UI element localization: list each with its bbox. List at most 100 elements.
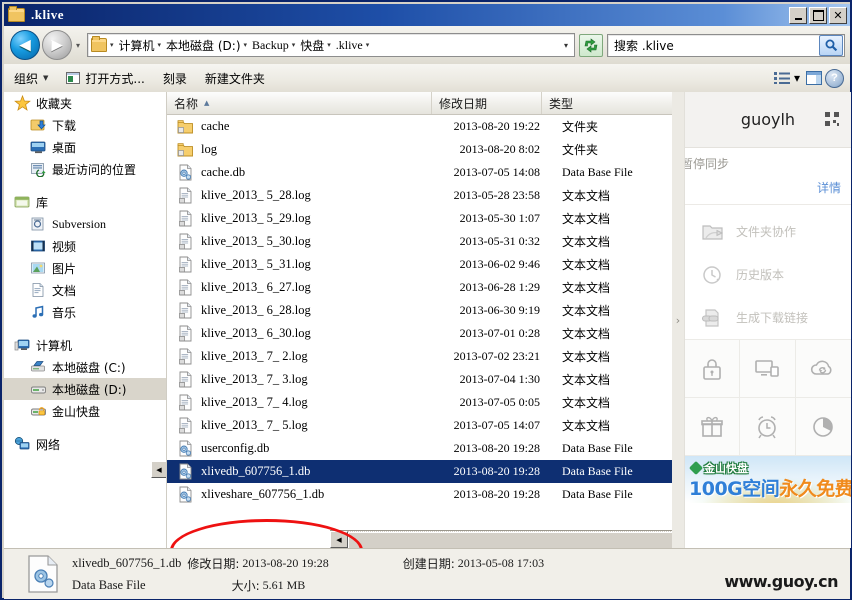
- kuaipan-logo-icon: [688, 460, 704, 476]
- breadcrumb-item-0[interactable]: 计算机: [117, 37, 157, 54]
- table-row[interactable]: klive_2013_ 7_ 3.log 2013-07-04 1:30 文本文档: [167, 368, 672, 391]
- details-filetype: Data Base File: [72, 577, 146, 592]
- kuaipan-promo-banner[interactable]: 金山快盘 100G空间永久免费: [685, 456, 851, 503]
- scrollbar-thumb[interactable]: [348, 532, 672, 548]
- minimize-button[interactable]: [789, 7, 807, 24]
- navigation-pane[interactable]: 收藏夹 下载 桌面 最近访问的位置 库 Subversion 视频 图片 文档 …: [4, 92, 167, 548]
- table-row[interactable]: klive_2013_ 6_27.log 2013-06-28 1:29 文本文档: [167, 276, 672, 299]
- alarm-tool[interactable]: [740, 398, 796, 456]
- file-type-cell: 文件夹: [562, 120, 599, 134]
- change-view-button[interactable]: ▾: [771, 69, 803, 87]
- table-row[interactable]: klive_2013_ 5_28.log 2013-05-28 23:58 文本文档: [167, 184, 672, 207]
- devices-tool[interactable]: [740, 340, 796, 398]
- quota-tool[interactable]: [795, 398, 851, 456]
- sidebar-item-documents[interactable]: 文档: [4, 279, 166, 301]
- column-header-date[interactable]: 修改日期: [432, 92, 542, 114]
- sidebar-group-libraries[interactable]: 库: [4, 191, 166, 213]
- table-row[interactable]: klive_2013_ 5_31.log 2013-06-02 9:46 文本文档: [167, 253, 672, 276]
- address-bar[interactable]: ▾ 计算机 ▾ 本地磁盘 (D:) ▾ Backup ▾ 快盘 ▾ .klive…: [87, 33, 575, 57]
- qr-code-icon[interactable]: [825, 112, 839, 126]
- table-row[interactable]: xliveshare_607756_1.db 2013-08-20 19:28 Da…: [167, 483, 672, 506]
- file-type-cell: Data Base File: [562, 165, 633, 179]
- organize-menu[interactable]: 组织 ▼: [6, 68, 56, 89]
- sidebar-group-network[interactable]: 网络: [4, 433, 166, 455]
- textfile-icon: [177, 302, 194, 319]
- breadcrumb-separator[interactable]: ▾: [243, 41, 251, 49]
- breadcrumb-item-2[interactable]: Backup: [250, 38, 291, 53]
- search-box[interactable]: 搜索 .klive: [607, 33, 845, 57]
- sidebar-item-recent-places[interactable]: 最近访问的位置: [4, 158, 166, 180]
- sidebar-group-computer[interactable]: 计算机: [4, 334, 166, 356]
- forward-button[interactable]: ▶: [42, 30, 72, 60]
- search-input[interactable]: 搜索 .klive: [608, 37, 819, 54]
- sidebar-item-local-disk-d[interactable]: 本地磁盘 (D:): [4, 378, 166, 400]
- breadcrumb-separator[interactable]: ▾: [291, 41, 299, 49]
- scrollbar-track[interactable]: [348, 531, 672, 548]
- table-row[interactable]: klive_2013_ 7_ 4.log 2013-07-05 0:05 文本文档: [167, 391, 672, 414]
- burn-button[interactable]: 刻录: [155, 68, 195, 89]
- file-rows: cache 2013-08-20 19:22 文件夹 log 2013-08-20 8:…: [167, 115, 672, 506]
- help-button[interactable]: ?: [825, 68, 844, 88]
- table-row[interactable]: cache.db 2013-07-05 14:08 Data Base File: [167, 161, 672, 184]
- address-dropdown-icon[interactable]: ▾: [558, 41, 574, 50]
- sidebar-item-pictures[interactable]: 图片: [4, 257, 166, 279]
- table-row[interactable]: userconfig.db 2013-08-20 19:28 Data Base F…: [167, 437, 672, 460]
- sidebar-item-downloads[interactable]: 下载: [4, 114, 166, 136]
- detail-link[interactable]: 详情: [817, 179, 841, 196]
- scroll-left-button[interactable]: ◀: [330, 531, 348, 548]
- table-row[interactable]: cache 2013-08-20 19:22 文件夹: [167, 115, 672, 138]
- history-version-action[interactable]: 历史版本: [685, 253, 851, 296]
- sidebar-scroll-left-button[interactable]: ◀: [151, 461, 166, 478]
- breadcrumb-separator[interactable]: ▾: [109, 41, 117, 49]
- sidebar-item-kuaipan[interactable]: 金山快盘: [4, 400, 166, 422]
- download-link-action[interactable]: 生成下载链接: [685, 296, 851, 339]
- open-with-button[interactable]: 打开方式...: [58, 68, 152, 89]
- breadcrumb-item-4[interactable]: .klive: [334, 38, 365, 53]
- cloud-sync-tool[interactable]: [795, 340, 851, 398]
- history-dropdown-button[interactable]: ▾: [72, 31, 84, 59]
- table-row[interactable]: klive_2013_ 5_30.log 2013-05-31 0:32 文本文档: [167, 230, 672, 253]
- table-row[interactable]: klive_2013_ 6_30.log 2013-07-01 0:28 文本文档: [167, 322, 672, 345]
- search-button[interactable]: [819, 34, 843, 56]
- table-row[interactable]: xlivedb_607756_1.db 2013-08-20 19:28 Data …: [167, 460, 672, 483]
- sidebar-item-videos[interactable]: 视频: [4, 235, 166, 257]
- sidebar-item-desktop[interactable]: 桌面: [4, 136, 166, 158]
- file-date-cell: 2013-05-31 0:32: [459, 234, 540, 248]
- column-header-name[interactable]: 名称 ▲: [167, 92, 432, 114]
- maximize-button[interactable]: [809, 7, 827, 24]
- table-row[interactable]: klive_2013_ 5_29.log 2013-05-30 1:07 文本文档: [167, 207, 672, 230]
- sidebar-item-subversion[interactable]: Subversion: [4, 213, 166, 235]
- sidebar-group-favorites[interactable]: 收藏夹: [4, 92, 166, 114]
- view-list-icon: [773, 72, 790, 84]
- breadcrumb-separator[interactable]: ▾: [157, 41, 165, 49]
- cloud-username: guoylh: [740, 110, 796, 129]
- table-row[interactable]: klive_2013_ 7_ 5.log 2013-07-05 14:07 文本文档: [167, 414, 672, 437]
- breadcrumb-separator[interactable]: ▾: [365, 41, 373, 49]
- table-row[interactable]: klive_2013_ 7_ 2.log 2013-07-02 23:21 文本文档: [167, 345, 672, 368]
- close-button[interactable]: ✕: [829, 7, 847, 24]
- show-preview-pane-button[interactable]: [806, 71, 822, 85]
- table-row[interactable]: klive_2013_ 6_28.log 2013-06-30 9:19 文本文档: [167, 299, 672, 322]
- column-header-type[interactable]: 类型: [542, 92, 672, 114]
- lock-tool[interactable]: [685, 340, 741, 398]
- sidebar-item-local-disk-c[interactable]: 本地磁盘 (C:): [4, 356, 166, 378]
- file-date-cell: 2013-08-20 19:28: [453, 487, 540, 501]
- back-button[interactable]: ◀: [10, 30, 40, 60]
- table-row[interactable]: log 2013-08-20 8:02 文件夹: [167, 138, 672, 161]
- breadcrumb-item-3[interactable]: 快盘: [298, 37, 326, 54]
- gift-tool[interactable]: [685, 398, 741, 456]
- details-pane: xlivedb_607756_1.db 修改日期: 2013-08-20 19:…: [4, 548, 850, 599]
- breadcrumb-separator[interactable]: ▾: [326, 41, 334, 49]
- file-name-label: klive_2013_ 7_ 5.log: [201, 418, 308, 432]
- breadcrumb-item-1[interactable]: 本地磁盘 (D:): [164, 37, 242, 54]
- file-name-label: cache: [201, 119, 230, 133]
- folder-share-action[interactable]: 文件夹协作: [685, 210, 851, 253]
- refresh-button[interactable]: [579, 33, 603, 57]
- file-list[interactable]: 名称 ▲ 修改日期 类型 cache 2013-08-20 19:22 文件夹 log…: [167, 92, 672, 548]
- textfile-icon: [177, 279, 194, 296]
- horizontal-scrollbar[interactable]: ◀ ▶: [330, 530, 672, 548]
- chevron-right-icon[interactable]: ›: [676, 314, 680, 327]
- new-folder-button[interactable]: 新建文件夹: [197, 68, 273, 89]
- sidebar-item-music[interactable]: 音乐: [4, 301, 166, 323]
- textfile-icon: [177, 210, 194, 227]
